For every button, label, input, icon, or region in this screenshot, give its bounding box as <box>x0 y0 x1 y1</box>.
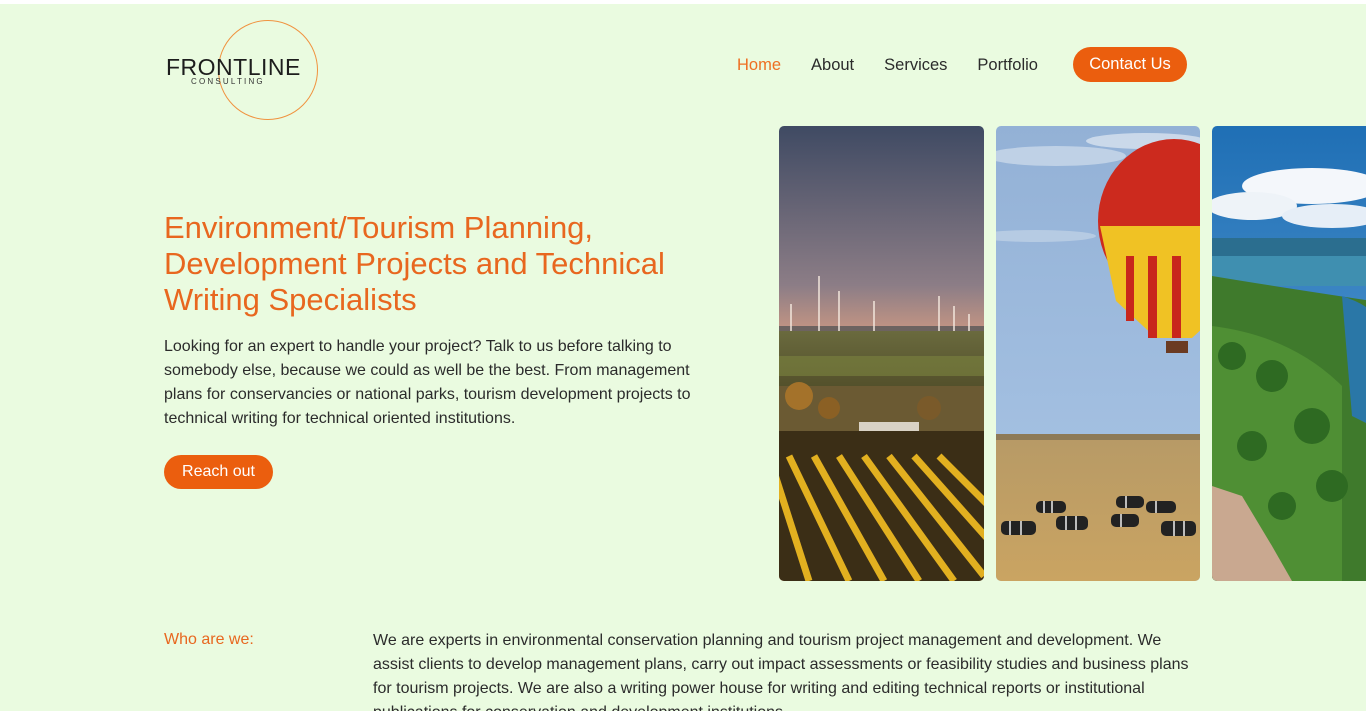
hero-title: Environment/Tourism Planning, Developmen… <box>164 210 665 317</box>
hot-air-balloon-zebras-photo <box>996 126 1200 581</box>
nav-portfolio[interactable]: Portfolio <box>977 56 1038 75</box>
reach-out-button[interactable]: Reach out <box>164 455 273 489</box>
coastal-forest-lake-photo <box>1212 126 1366 581</box>
who-are-we-label: Who are we: <box>164 631 254 648</box>
contact-us-button[interactable]: Contact Us <box>1073 47 1187 82</box>
nav-about[interactable]: About <box>811 56 854 75</box>
who-are-we-text: We are experts in environmental conserva… <box>373 632 1189 711</box>
logo[interactable]: FRONTLINE CONSULTING <box>164 20 320 120</box>
main-nav: Home About Services Portfolio <box>737 48 1068 82</box>
nav-services[interactable]: Services <box>884 56 947 75</box>
page: FRONTLINE CONSULTING Home About Services… <box>0 0 1366 711</box>
wind-farm-vineyard-photo <box>779 126 984 581</box>
nav-home[interactable]: Home <box>737 56 781 75</box>
hero-description: Looking for an expert to handle your pro… <box>164 338 691 427</box>
logo-tagline: CONSULTING <box>191 77 265 86</box>
top-strip <box>0 0 1366 4</box>
